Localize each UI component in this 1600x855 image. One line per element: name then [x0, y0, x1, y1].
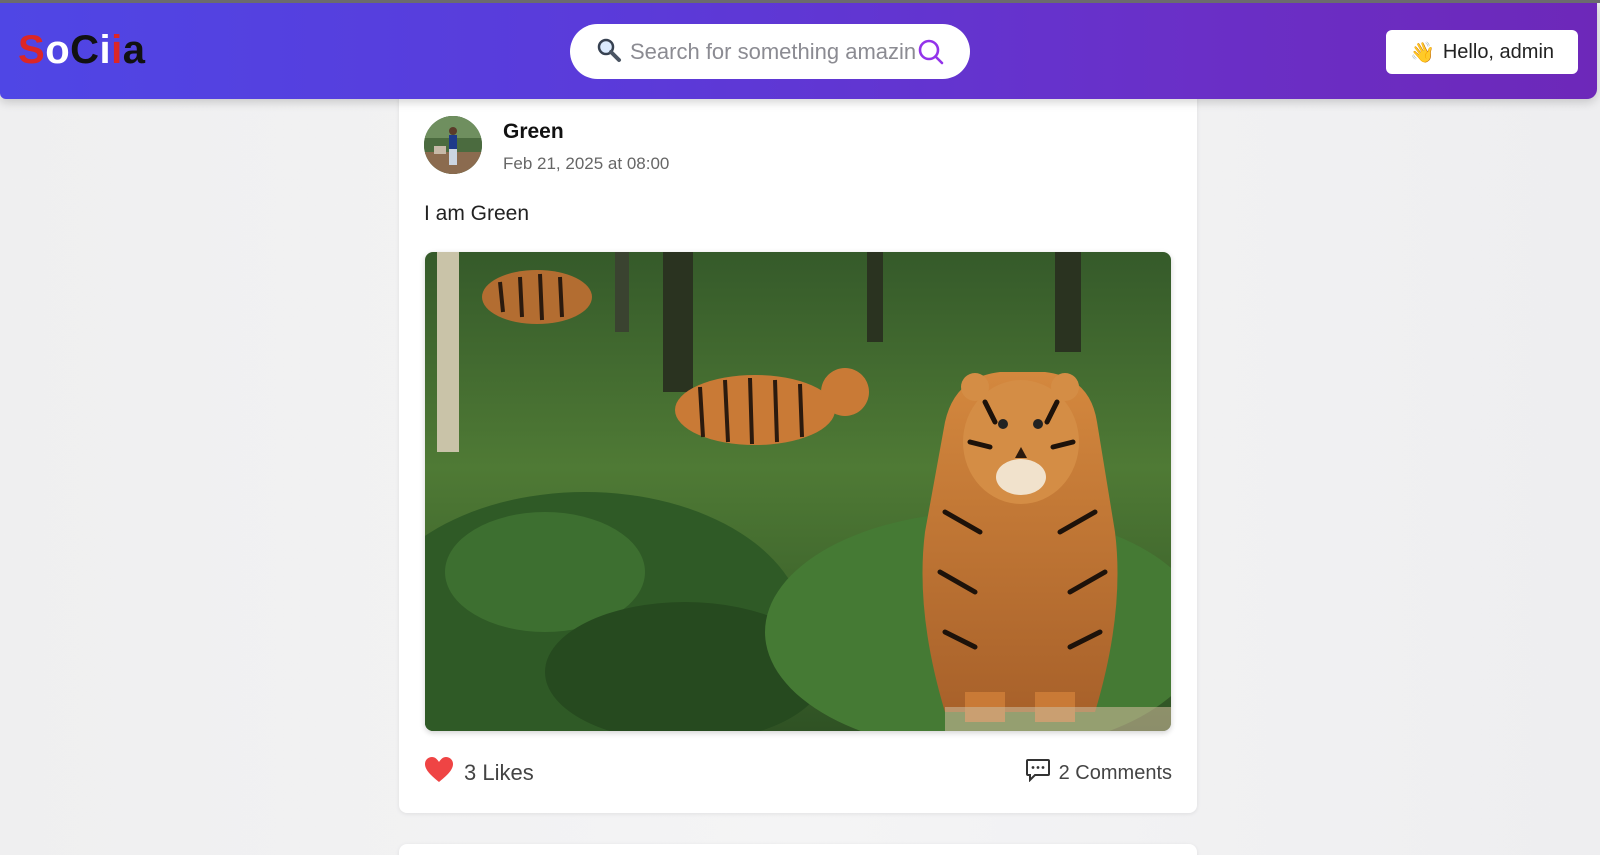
search-input[interactable] — [630, 38, 916, 65]
logo-letter: i — [99, 28, 112, 72]
heart-icon — [424, 756, 454, 790]
comment-icon — [1025, 758, 1051, 788]
search-bar — [570, 24, 970, 79]
comments-count: 2 Comments — [1058, 761, 1172, 784]
post-date: Feb 21, 2025 at 08:00 — [503, 154, 670, 173]
waving-hand-icon: 👋 — [1409, 41, 1435, 64]
logo-letter: i — [111, 28, 123, 72]
magnifier-icon — [596, 37, 626, 67]
post-actions: 3 Likes 2 Comments — [424, 756, 1172, 790]
user-greeting-button[interactable]: 👋 Hello, admin — [1386, 30, 1578, 74]
post-card: Green Feb 21, 2025 at 08:00 I am Green 3… — [399, 80, 1197, 813]
likes-count: 3 Likes — [464, 760, 534, 785]
logo-letter: C — [70, 28, 100, 72]
app-logo[interactable]: SoCiia — [18, 25, 146, 75]
comments-button[interactable]: 2 Comments — [1025, 758, 1172, 788]
avatar[interactable] — [424, 116, 482, 174]
window-top-border — [0, 0, 1600, 3]
logo-letter: a — [122, 28, 146, 72]
like-button[interactable]: 3 Likes — [424, 756, 534, 790]
greeting-label: Hello, admin — [1442, 40, 1555, 63]
next-post-card — [399, 844, 1197, 855]
post-image[interactable] — [425, 252, 1171, 731]
logo-letter: o — [45, 28, 71, 72]
top-navbar: SoCiia 👋 Hello, admin — [0, 3, 1597, 99]
post-text: I am Green — [424, 202, 530, 225]
search-icon[interactable] — [916, 37, 946, 67]
logo-letter: S — [18, 28, 46, 72]
post-author[interactable]: Green — [503, 120, 564, 144]
